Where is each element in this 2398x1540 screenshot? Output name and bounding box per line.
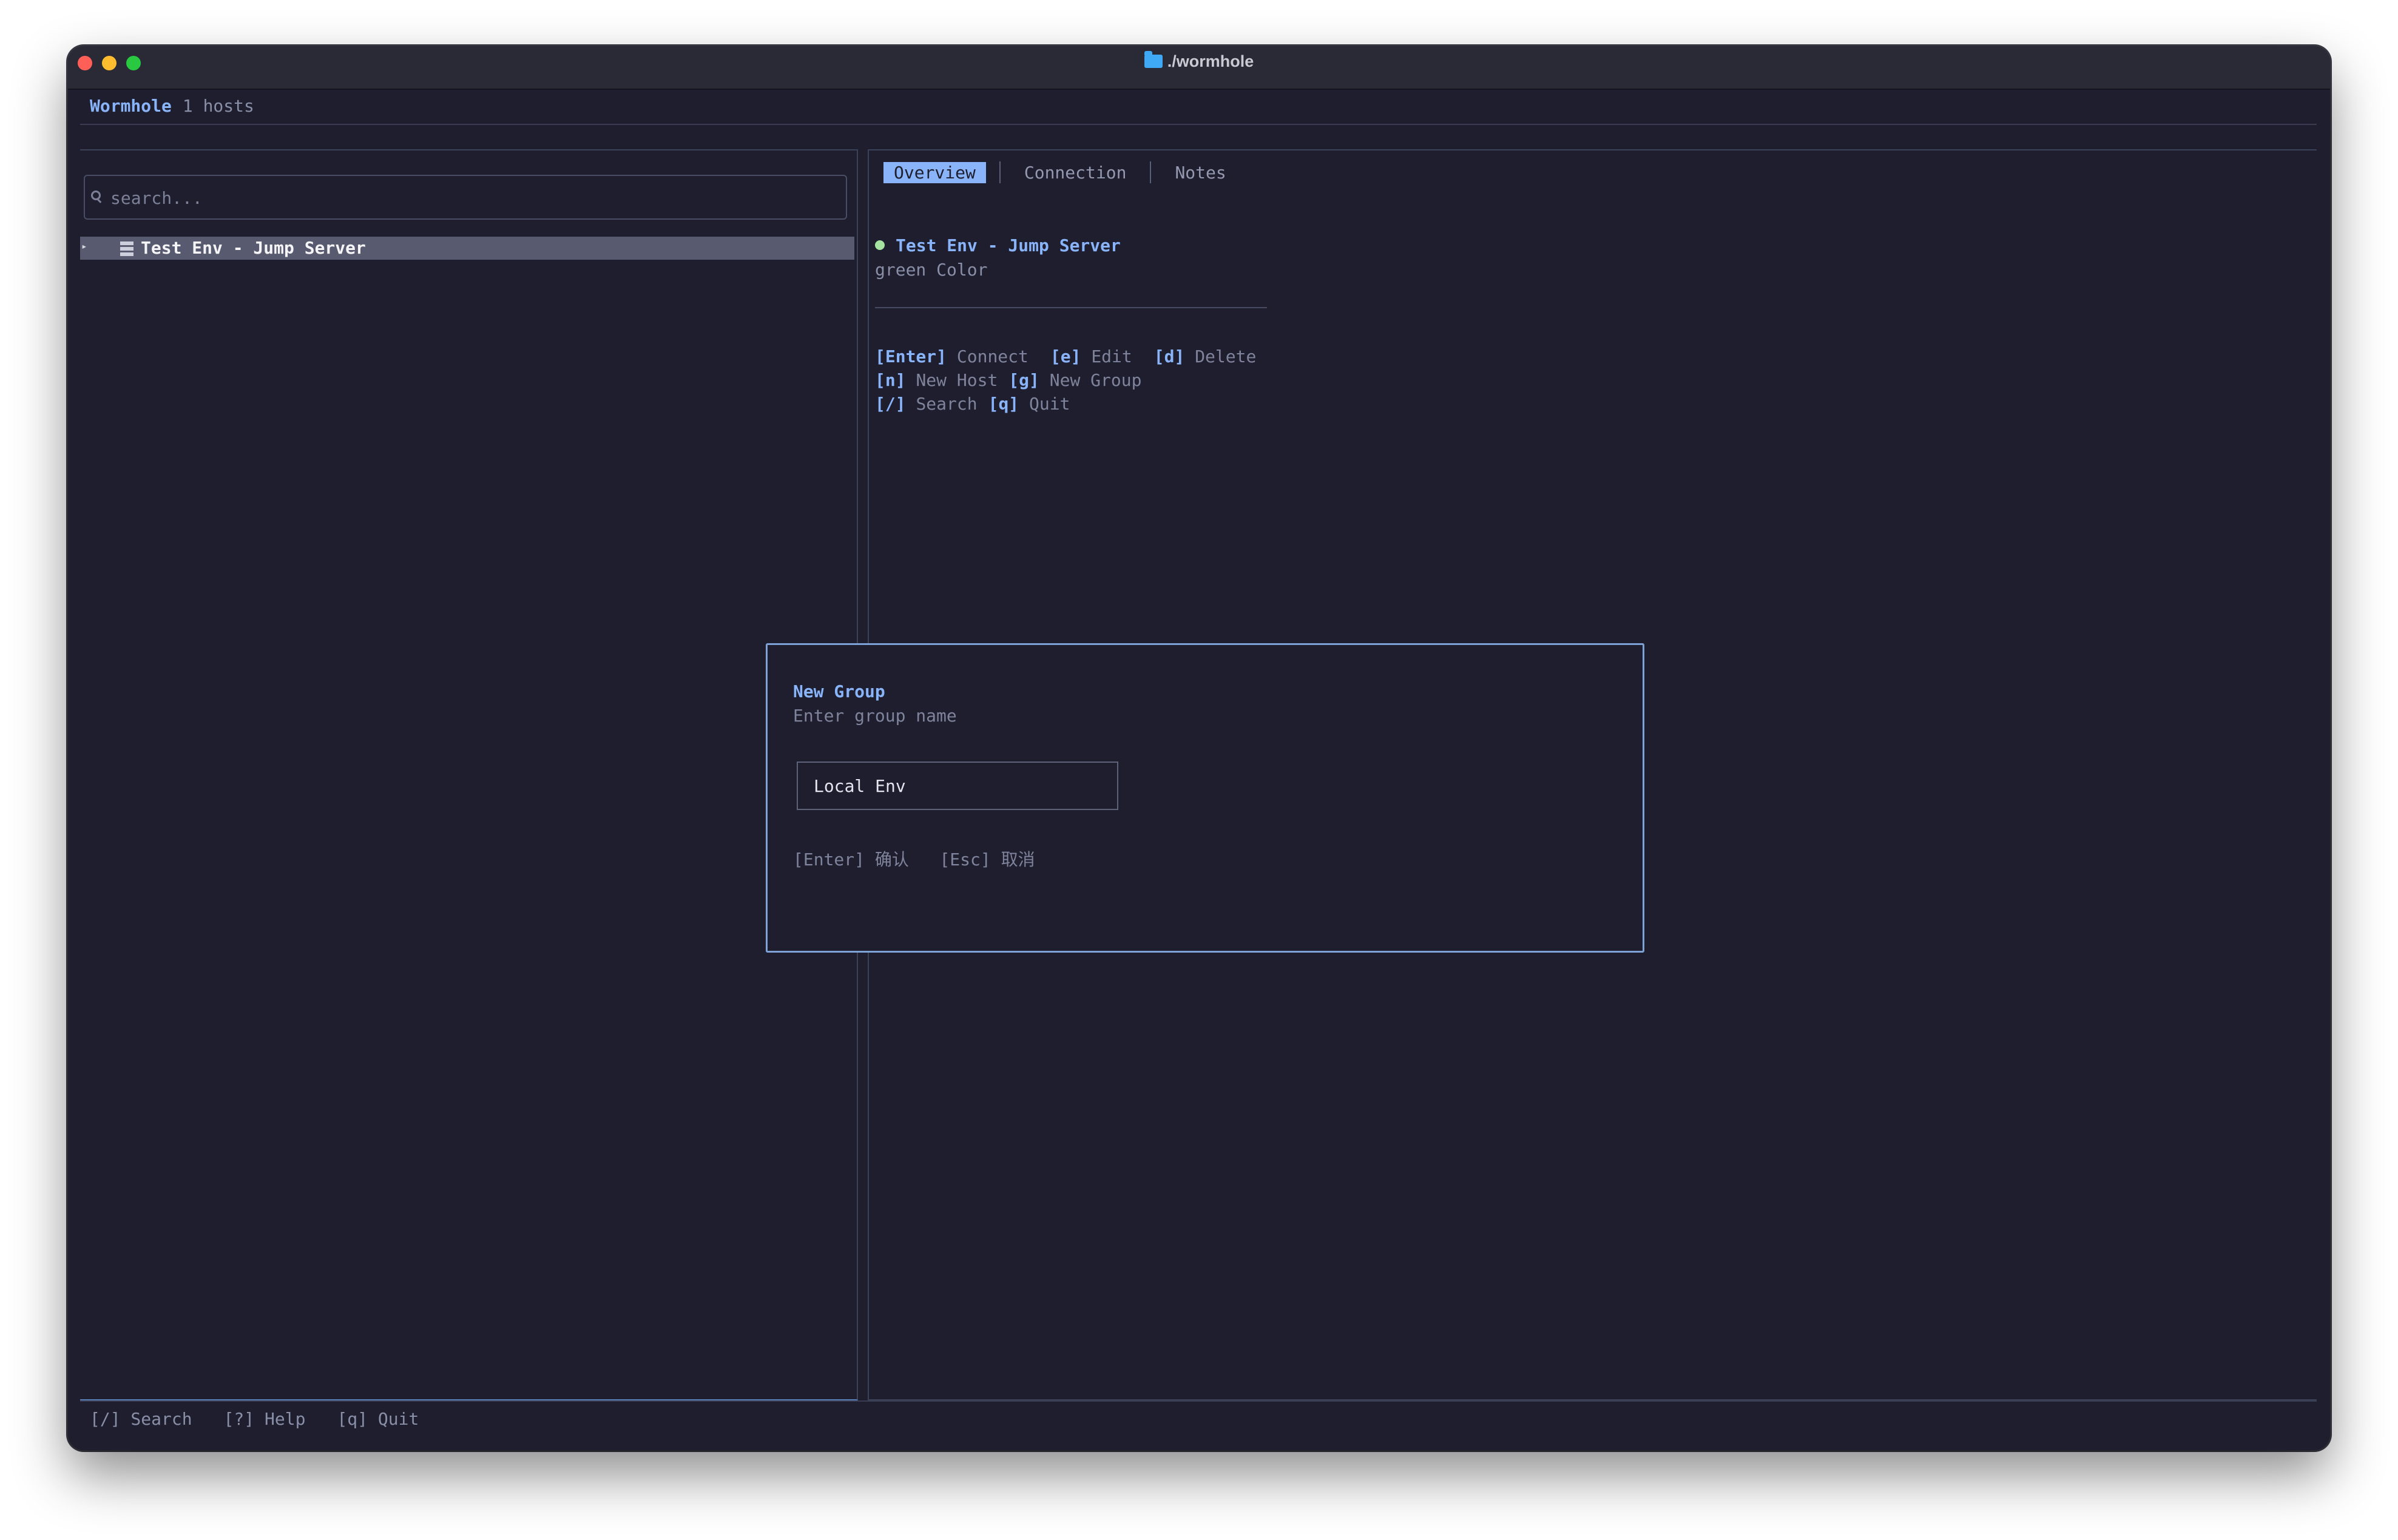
title-bar: ./wormhole — [68, 46, 2330, 90]
shortcut-key: [d] — [1153, 346, 1185, 366]
detail-tabs: Overview Connection Notes — [883, 161, 1237, 186]
footer-help-hint: [?] Help — [223, 1409, 306, 1429]
detail-divider — [875, 307, 1267, 308]
tab-separator — [999, 161, 1001, 183]
shortcut-key: [Enter] — [875, 346, 947, 366]
search-placeholder: search... — [110, 188, 203, 208]
host-color-label: green Color — [875, 260, 988, 280]
tab-separator — [1150, 161, 1152, 183]
tab-overview[interactable]: Overview — [883, 162, 986, 183]
terminal-window: ./wormhole Wormhole 1 hosts search... ▸ T… — [68, 46, 2330, 1450]
shortcut-key: [n] — [875, 370, 906, 390]
host-tree-item[interactable]: ▸ Test Env - Jump Server — [80, 237, 854, 260]
shortcut-key: [q] — [988, 394, 1019, 414]
host-count: 1 hosts — [182, 96, 254, 116]
terminal-content: Wormhole 1 hosts search... ▸ Test Env - J… — [80, 89, 2317, 1437]
search-icon — [91, 191, 101, 200]
cancel-hint[interactable]: [Esc] 取消 — [939, 849, 1035, 870]
folder-icon — [1144, 51, 1163, 68]
shortcut-row: [n] New Host [g] New Group — [875, 368, 1256, 392]
shortcut-key: [g] — [1008, 370, 1039, 390]
app-header: Wormhole 1 hosts — [90, 96, 254, 116]
shortcut-label: Connect — [956, 346, 1028, 366]
host-title: Test Env - Jump Server — [875, 235, 1121, 255]
footer-divider — [80, 1400, 2317, 1402]
dialog-hints: [Enter] 确认 [Esc] 取消 — [793, 846, 1035, 871]
app-name: Wormhole — [90, 96, 172, 116]
shortcut-row: [/] Search [q] Quit — [875, 392, 1256, 416]
window-title-area: ./wormhole — [68, 51, 2330, 71]
shortcut-label: Delete — [1195, 346, 1257, 366]
group-name-input[interactable]: Local Env — [797, 762, 1118, 810]
server-icon — [120, 241, 133, 256]
window-title: ./wormhole — [1167, 52, 1254, 70]
shortcut-key: [e] — [1050, 346, 1081, 366]
dialog-subtitle: Enter group name — [793, 706, 957, 726]
shortcut-list: [Enter] Connect [e] Edit [d] Delete [n] New… — [875, 345, 1256, 416]
search-input[interactable]: search... — [84, 175, 847, 220]
tab-connection[interactable]: Connection — [1014, 162, 1137, 183]
shortcut-label: Edit — [1091, 346, 1132, 366]
shortcut-label: New Host — [916, 370, 998, 390]
footer-quit-hint: [q] Quit — [337, 1409, 419, 1429]
shortcut-key: [/] — [875, 394, 906, 414]
group-name-value: Local Env — [814, 776, 906, 796]
confirm-hint[interactable]: [Enter] 确认 — [793, 849, 909, 870]
shortcut-label: New Group — [1049, 370, 1142, 390]
status-bar: [/] Search [?] Help [q] Quit — [90, 1409, 419, 1429]
expand-arrow-icon[interactable]: ▸ — [81, 240, 87, 252]
footer-search-hint: [/] Search — [90, 1409, 192, 1429]
dialog-title: New Group — [793, 681, 885, 701]
shortcut-row: [Enter] Connect [e] Edit [d] Delete — [875, 345, 1256, 368]
header-divider — [80, 124, 2317, 125]
host-title-text: Test Env - Jump Server — [896, 235, 1121, 255]
host-list-pane: search... ▸ Test Env - Jump Server — [80, 149, 858, 1400]
shortcut-label: Search — [916, 394, 978, 414]
new-group-dialog: New Group Enter group name Local Env [En… — [766, 643, 1644, 953]
status-dot-icon — [875, 240, 885, 250]
tab-notes[interactable]: Notes — [1164, 162, 1236, 183]
shortcut-label: Quit — [1029, 394, 1070, 414]
host-tree-item-label: Test Env - Jump Server — [141, 238, 366, 258]
